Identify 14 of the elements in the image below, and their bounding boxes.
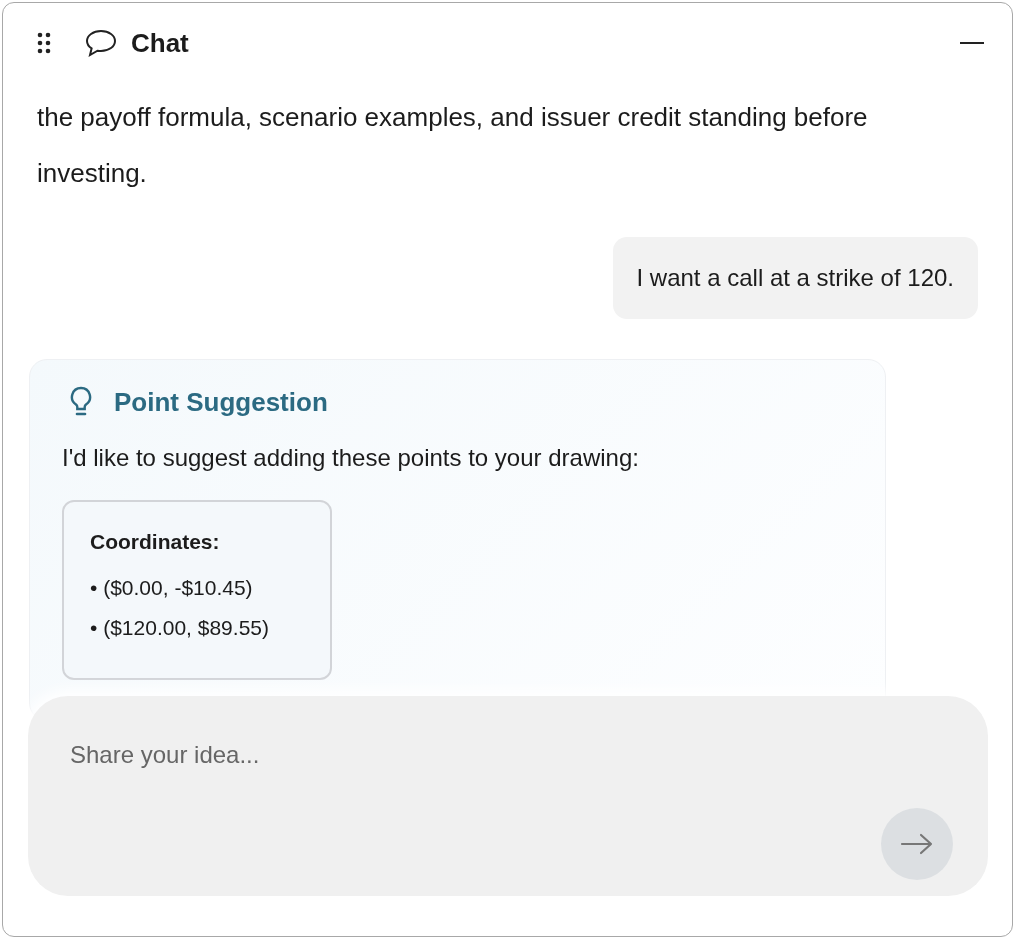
- suggestion-text: I'd like to suggest adding these points to your drawing:: [62, 444, 640, 472]
- coordinates-heading: Coordinates:: [90, 530, 221, 554]
- arrow-icon: [900, 832, 934, 856]
- suggestion-title: Point Suggestion: [114, 386, 328, 418]
- message-input[interactable]: Share your idea...: [68, 734, 892, 776]
- minimize-icon[interactable]: [960, 41, 984, 45]
- lightbulb-icon: [70, 386, 92, 418]
- assistant-message: the payoff formula, scenario examples, and issuer credit standing before investing.: [37, 101, 869, 190]
- coordinate-item: • ($0.00, -$10.45): [90, 575, 254, 601]
- drag-handle-icon[interactable]: [37, 32, 51, 54]
- coordinate-item: • ($120.00, $89.55): [90, 615, 270, 641]
- user-message: I want a call at a strike of 120.: [612, 237, 978, 319]
- window-title: Chat: [131, 27, 189, 59]
- chat-bubble-icon: [85, 29, 117, 57]
